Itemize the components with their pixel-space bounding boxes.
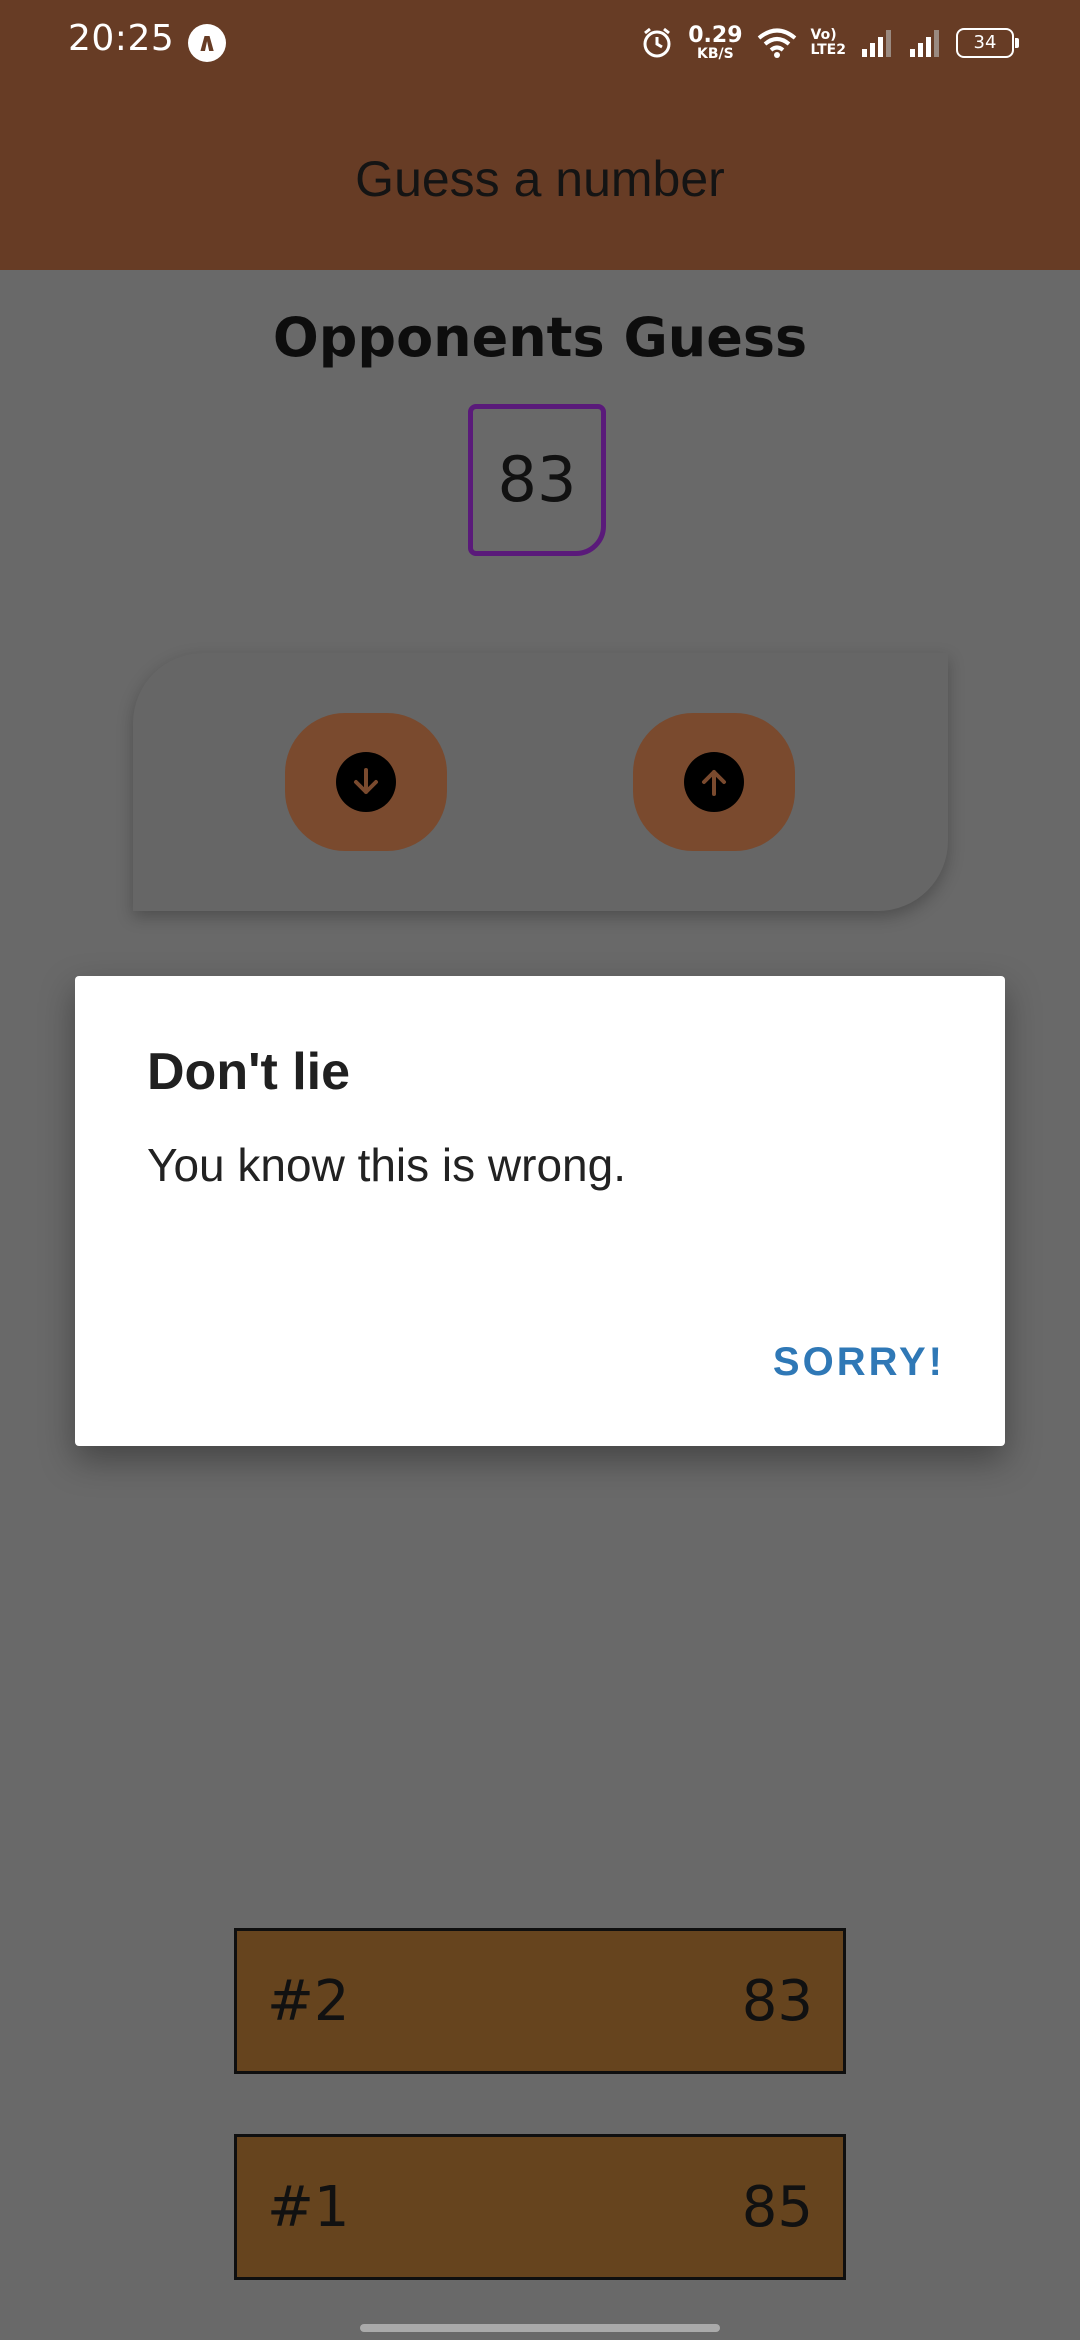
guess-value: 83 <box>741 1969 813 2034</box>
app-header: 20:25 ∧ 0.29 KB/S Vo) LTE2 34 Guess a nu… <box>0 0 1080 270</box>
alert-dialog: Don't lie You know this is wrong. SORRY! <box>75 976 1005 1446</box>
page-title: Guess a number <box>355 151 725 207</box>
volte-line-2: LTE2 <box>810 42 846 58</box>
net-speed-value: 0.29 <box>688 23 743 48</box>
arrow-up-icon <box>684 752 744 812</box>
round-number: #2 <box>267 1969 350 2034</box>
guess-value: 85 <box>741 2175 813 2240</box>
net-speed: 0.29 KB/S <box>688 23 743 62</box>
volte-indicator: Vo) LTE2 <box>811 28 846 57</box>
status-icons: 0.29 KB/S Vo) LTE2 34 <box>640 20 1019 66</box>
signal-icon <box>862 30 891 57</box>
gesture-nav-handle[interactable] <box>360 2324 720 2332</box>
status-bar: 20:25 ∧ 0.29 KB/S Vo) LTE2 34 <box>0 0 1080 84</box>
list-item: #1 85 <box>234 2134 846 2280</box>
sorry-button[interactable]: SORRY! <box>773 1340 945 1385</box>
round-number: #1 <box>267 2175 350 2240</box>
lower-button[interactable] <box>285 713 447 851</box>
arrow-down-icon <box>336 752 396 812</box>
list-item: #2 83 <box>234 1928 846 2074</box>
net-speed-unit: KB/S <box>697 46 734 62</box>
signal-icon <box>910 30 939 57</box>
current-guess: 83 <box>468 404 606 556</box>
dialog-title: Don't lie <box>147 1043 351 1101</box>
battery-icon: 34 <box>956 28 1019 58</box>
alarm-icon <box>643 27 671 58</box>
volte-line-1: Vo) <box>810 27 837 44</box>
higher-button[interactable] <box>633 713 795 851</box>
wifi-icon <box>757 28 796 58</box>
app-notification-icon: ∧ <box>188 24 226 62</box>
section-title: Opponents Guess <box>272 306 808 369</box>
dialog-message: You know this is wrong. <box>147 1139 627 1191</box>
status-time: 20:25 <box>68 18 175 59</box>
screen: 20:25 ∧ 0.29 KB/S Vo) LTE2 34 Guess a nu… <box>0 0 1080 2340</box>
controls-card <box>133 653 948 911</box>
